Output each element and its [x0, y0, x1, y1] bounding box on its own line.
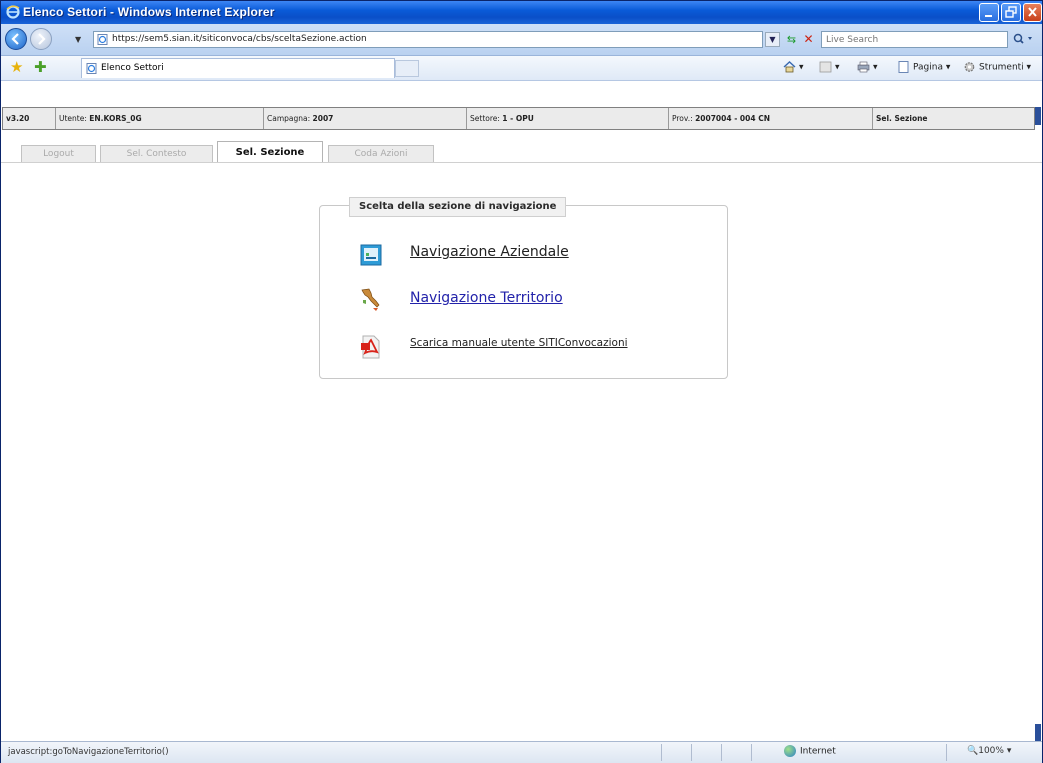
scarica-manuale-link[interactable]: Scarica manuale utente SITIConvocazioni — [410, 337, 628, 349]
page-menu-icon — [898, 61, 909, 73]
status-bar: javascript:goToNavigazioneTerritorio() I… — [1, 741, 1042, 763]
browser-tab-current[interactable]: Elenco Settori — [81, 58, 395, 78]
app-user: Utente: EN.KORS_0G — [56, 108, 264, 129]
address-field[interactable]: https://sem5.sian.it/siticonvoca/cbs/sce… — [93, 31, 763, 48]
status-separator — [661, 744, 662, 761]
history-dropdown-icon[interactable]: ▼ — [75, 35, 83, 44]
gear-icon — [964, 62, 975, 72]
status-separator — [691, 744, 692, 761]
search-input[interactable] — [826, 33, 1006, 47]
close-button[interactable] — [1023, 3, 1042, 22]
tab-coda-azioni[interactable]: Coda Azioni — [328, 145, 434, 163]
status-text: javascript:goToNavigazioneTerritorio() — [8, 747, 169, 757]
address-url: https://sem5.sian.it/siticonvoca/cbs/sce… — [112, 34, 367, 44]
app-sector: Settore: 1 - OPU — [467, 108, 669, 129]
search-icon — [1013, 33, 1032, 44]
navigazione-territorio-link[interactable]: Navigazione Territorio — [410, 290, 563, 306]
app-version: v3.20 — [3, 108, 56, 129]
search-button[interactable] — [1012, 32, 1036, 47]
favorites-bar: ★ ✚ Elenco Settori ▾ ▾ ▾ Pagina ▾ Strume… — [1, 56, 1042, 81]
print-button[interactable]: ▾ — [857, 61, 878, 73]
forward-button[interactable] — [30, 28, 52, 50]
app-tabs: Logout Sel. Contesto Sel. Sezione Coda A… — [1, 141, 1042, 163]
favorites-center-icon[interactable]: ★ — [10, 60, 23, 75]
new-tab-button[interactable] — [395, 60, 419, 77]
address-dropdown-icon[interactable]: ▼ — [765, 32, 780, 47]
tab-logout[interactable]: Logout — [21, 145, 96, 163]
tools-menu-button[interactable]: Strumenti ▾ — [963, 61, 1031, 73]
arrow-right-icon — [38, 33, 46, 45]
browser-window: Elenco Settori - Windows Internet Explor… — [0, 0, 1043, 763]
stop-icon[interactable]: ✕ — [801, 32, 816, 47]
minimize-button[interactable] — [979, 3, 999, 22]
globe-icon — [784, 745, 796, 757]
browser-tab-title: Elenco Settori — [101, 63, 164, 73]
add-favorite-icon[interactable]: ✚ — [34, 60, 47, 75]
title-bar: Elenco Settori - Windows Internet Explor… — [1, 1, 1042, 24]
zoom-icon: 🔍 — [967, 746, 979, 756]
rss-feed-icon — [819, 61, 832, 73]
tab-sel-contesto[interactable]: Sel. Contesto — [100, 145, 213, 163]
status-separator — [751, 744, 752, 761]
app-section: Sel. Sezione — [876, 114, 928, 123]
tab-sel-sezione[interactable]: Sel. Sezione — [217, 141, 323, 163]
address-toolbar: ▼ https://sem5.sian.it/siticonvoca/cbs/s… — [1, 24, 1042, 56]
home-button[interactable]: ▾ — [783, 61, 804, 73]
zone-label: Internet — [800, 746, 836, 757]
navigazione-aziendale-link[interactable]: Navigazione Aziendale — [410, 244, 569, 260]
zoom-level: 100% — [978, 746, 1004, 756]
app-campaign: Campagna: 2007 — [264, 108, 467, 129]
page-icon — [86, 63, 97, 74]
panel-title: Scelta della sezione di navigazione — [349, 197, 567, 217]
internet-explorer-icon — [6, 5, 20, 19]
back-button[interactable] — [5, 28, 27, 50]
refresh-icon[interactable]: ⇆ — [784, 32, 799, 47]
security-zone[interactable]: Internet — [784, 745, 836, 757]
window-title: Elenco Settori - Windows Internet Explor… — [23, 5, 275, 19]
app-province: Prov.: 2007004 - 004 CN — [669, 108, 873, 129]
tab-divider — [1, 162, 1042, 163]
scrollbar-thumb-bottom[interactable] — [1035, 724, 1041, 741]
italy-map-icon[interactable] — [359, 287, 383, 313]
nav-item-aziendale: Navigazione Aziendale — [359, 241, 719, 269]
company-navigation-icon[interactable] — [359, 241, 383, 267]
zoom-control[interactable]: 🔍100% ▾ — [967, 746, 1011, 756]
search-field[interactable] — [821, 31, 1008, 48]
tools-menu-label: Strumenti — [979, 62, 1024, 73]
close-icon — [1028, 7, 1037, 17]
status-separator — [721, 744, 722, 761]
scrollbar-thumb-top[interactable] — [1035, 107, 1041, 125]
feeds-button[interactable]: ▾ — [819, 61, 840, 73]
app-info-bar: v3.20 Utente: EN.KORS_0G Campagna: 2007 … — [2, 107, 1035, 130]
maximize-button[interactable] — [1001, 3, 1021, 22]
arrow-left-icon — [11, 33, 19, 45]
status-separator — [946, 744, 947, 761]
page-menu-label: Pagina — [913, 62, 943, 73]
minimize-icon — [985, 15, 992, 17]
nav-item-manual: Scarica manuale utente SITIConvocazioni — [359, 334, 719, 362]
printer-icon — [857, 61, 870, 73]
restore-icon — [1005, 6, 1017, 18]
home-icon — [783, 61, 796, 73]
page-icon — [97, 34, 108, 45]
pdf-icon[interactable] — [359, 334, 383, 360]
nav-item-territorio: Navigazione Territorio — [359, 287, 719, 315]
page-menu-button[interactable]: Pagina ▾ — [897, 61, 950, 73]
